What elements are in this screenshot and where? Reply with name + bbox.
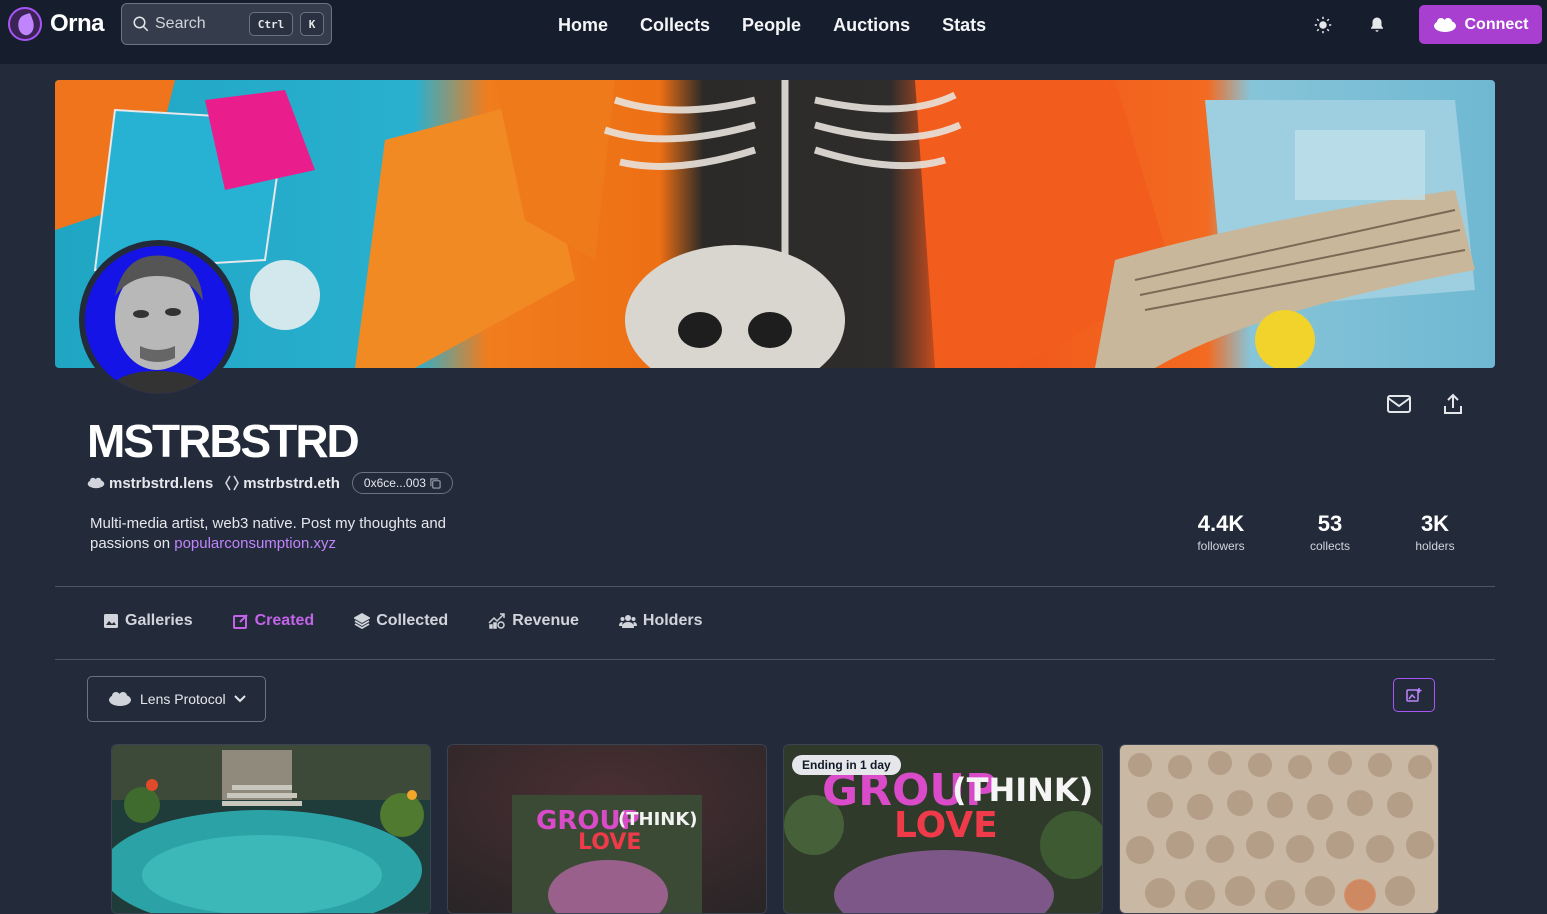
ethereum-icon bbox=[225, 475, 240, 491]
stat-holders[interactable]: 3K holders bbox=[1408, 511, 1462, 553]
add-image-button[interactable] bbox=[1393, 678, 1435, 712]
profile-name: MSTRBSTRD bbox=[87, 415, 360, 467]
auction-ending-badge: Ending in 1 day bbox=[792, 755, 901, 775]
svg-text:(THINK): (THINK) bbox=[952, 771, 1093, 809]
nft-card[interactable] bbox=[111, 744, 431, 914]
orna-logo-icon bbox=[8, 7, 42, 41]
message-button[interactable] bbox=[1384, 389, 1414, 419]
sun-icon bbox=[1314, 16, 1332, 34]
app-name: Orna bbox=[50, 10, 105, 37]
tab-galleries[interactable]: Galleries bbox=[103, 612, 193, 630]
tab-collected-label: Collected bbox=[376, 612, 449, 629]
mail-icon bbox=[1387, 395, 1411, 413]
tab-collected[interactable]: Collected bbox=[354, 612, 448, 630]
shortcut-k-key: K bbox=[300, 12, 324, 36]
bio-link[interactable]: popularconsumption.xyz bbox=[174, 535, 336, 552]
card-image-group-think-love-framed: GROUP (THINK) LOVE bbox=[448, 745, 766, 913]
tabs-divider bbox=[55, 659, 1495, 660]
notifications-button[interactable] bbox=[1364, 12, 1390, 38]
connect-button[interactable]: Connect bbox=[1419, 5, 1542, 44]
image-add-icon bbox=[1406, 688, 1422, 702]
chevron-down-icon bbox=[233, 695, 246, 703]
tab-galleries-label: Galleries bbox=[125, 612, 193, 629]
tab-holders-label: Holders bbox=[642, 612, 703, 629]
connect-label: Connect bbox=[1464, 15, 1529, 33]
share-upload-icon bbox=[1444, 393, 1462, 414]
svg-text:(THINK): (THINK) bbox=[618, 809, 698, 830]
wallet-address: 0x6ce...003 bbox=[363, 476, 426, 490]
stat-collects[interactable]: 53 collects bbox=[1302, 511, 1358, 553]
theme-toggle-button[interactable] bbox=[1310, 12, 1336, 38]
share-button[interactable] bbox=[1438, 389, 1468, 419]
search-icon bbox=[133, 16, 149, 32]
nav-home[interactable]: Home bbox=[542, 14, 624, 36]
protocol-filter-value: Lens Protocol bbox=[140, 691, 226, 707]
search-bar[interactable]: Search Ctrl K bbox=[121, 3, 332, 45]
followers-label: followers bbox=[1197, 539, 1245, 553]
nft-card[interactable] bbox=[1119, 744, 1439, 914]
wallet-address-pill[interactable]: 0x6ce...003 bbox=[351, 472, 453, 494]
lens-cloud-icon bbox=[109, 692, 131, 706]
app-logo[interactable]: Orna bbox=[8, 7, 105, 41]
main-nav: Home Collects People Auctions Stats bbox=[542, 14, 1002, 36]
profile-avatar[interactable] bbox=[79, 240, 239, 400]
top-navbar: Orna Search Ctrl K Home Collects People … bbox=[0, 0, 1547, 64]
lens-cloud-icon bbox=[1433, 17, 1456, 32]
holders-count: 3K bbox=[1420, 511, 1450, 536]
ens-handle-text: mstrbstrd.eth bbox=[243, 474, 340, 492]
edit-icon bbox=[232, 614, 248, 629]
avatar-portrait-image bbox=[85, 246, 233, 394]
search-placeholder: Search bbox=[155, 15, 206, 32]
svg-text:LOVE: LOVE bbox=[894, 805, 998, 846]
image-icon bbox=[104, 614, 118, 628]
nav-auctions[interactable]: Auctions bbox=[817, 14, 926, 36]
holders-label: holders bbox=[1415, 539, 1455, 553]
shortcut-ctrl-key: Ctrl bbox=[249, 12, 293, 36]
lens-handle[interactable]: mstrbstrd.lens bbox=[87, 475, 213, 492]
nav-stats[interactable]: Stats bbox=[926, 14, 1002, 36]
stat-followers[interactable]: 4.4K followers bbox=[1190, 511, 1252, 553]
lens-cloud-icon bbox=[87, 477, 105, 489]
card-image-pool bbox=[112, 745, 430, 913]
banner-collage-image bbox=[55, 80, 1495, 368]
tab-revenue-label: Revenue bbox=[512, 612, 579, 629]
ens-handle[interactable]: mstrbstrd.eth bbox=[225, 475, 340, 492]
bell-icon bbox=[1371, 17, 1383, 32]
copy-icon bbox=[430, 477, 441, 489]
tab-created[interactable]: Created bbox=[232, 612, 315, 630]
nft-card[interactable]: GROUP (THINK) LOVE Ending in 1 day bbox=[783, 744, 1103, 914]
followers-count: 4.4K bbox=[1197, 511, 1245, 536]
profile-bio: Multi-media artist, web3 native. Post my… bbox=[90, 514, 490, 554]
svg-text:LOVE: LOVE bbox=[578, 830, 641, 855]
profile-tabs: Galleries Created Collected Revenue Hold… bbox=[103, 612, 742, 630]
nav-people[interactable]: People bbox=[726, 14, 817, 36]
lens-handle-text: mstrbstrd.lens bbox=[109, 474, 214, 492]
profile-banner bbox=[55, 80, 1495, 368]
layers-icon bbox=[354, 613, 371, 629]
revenue-chart-icon bbox=[488, 613, 505, 629]
nft-card[interactable]: GROUP (THINK) LOVE bbox=[447, 744, 767, 914]
nav-collects[interactable]: Collects bbox=[624, 14, 726, 36]
users-icon bbox=[618, 615, 637, 628]
tab-revenue[interactable]: Revenue bbox=[488, 612, 579, 630]
card-image-crowd-faces bbox=[1120, 745, 1438, 913]
profile-handles: mstrbstrd.lens mstrbstrd.eth 0x6ce...003 bbox=[87, 472, 453, 494]
collects-count: 53 bbox=[1317, 511, 1343, 536]
protocol-filter-dropdown[interactable]: Lens Protocol bbox=[87, 676, 266, 722]
tab-created-label: Created bbox=[254, 612, 315, 629]
collects-label: collects bbox=[1309, 539, 1350, 553]
tab-holders[interactable]: Holders bbox=[618, 612, 703, 630]
section-divider bbox=[55, 586, 1495, 587]
